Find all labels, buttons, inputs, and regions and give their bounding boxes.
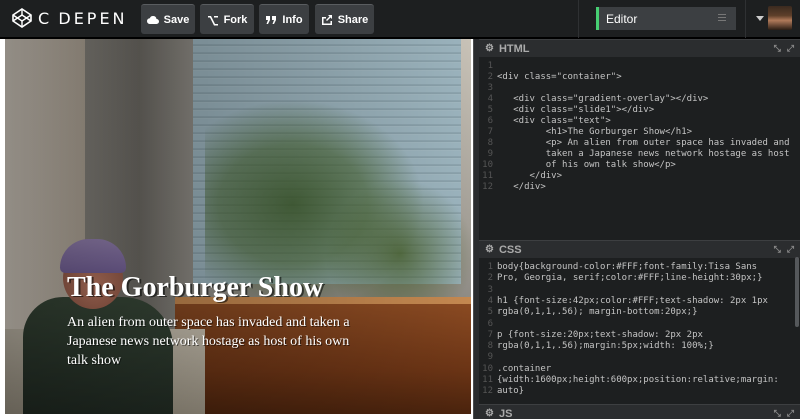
gear-icon[interactable]: ⚙	[485, 43, 494, 54]
line-number: 4	[487, 295, 493, 306]
expand-icon[interactable]: ⤢	[787, 244, 794, 255]
gear-icon[interactable]: ⚙	[485, 244, 494, 255]
line-number: 2	[487, 72, 493, 82]
code-line: Pro, Georgia, serif;color:#FFF;line-heig…	[497, 273, 763, 284]
code-line: <div class="slide1"></div>	[497, 105, 655, 115]
result-preview: The Gorburger Show An alien from outer s…	[0, 39, 473, 419]
code-line: taken a Japanese news network hostage as…	[497, 149, 790, 159]
line-number: 11	[482, 375, 493, 385]
line-number: 3	[487, 284, 493, 295]
fork-label: Fork	[223, 13, 248, 26]
hero-title: The Gorburger Show	[67, 272, 324, 303]
cloud-icon	[146, 15, 159, 24]
line-number: 12	[482, 386, 493, 397]
line-number: 11	[482, 171, 493, 181]
css-pane-title: CSS	[498, 243, 522, 256]
collapse-icon[interactable]: ⤡	[774, 408, 781, 419]
toolbar-divider-2	[745, 0, 746, 38]
code-line: {width:1600px;height:600px;position:rela…	[497, 375, 779, 385]
code-line: </div>	[497, 182, 546, 192]
js-pane-title: JS	[498, 407, 513, 419]
line-number: 6	[487, 116, 493, 126]
gear-icon[interactable]: ⚙	[485, 408, 494, 419]
codepen-cube-icon	[12, 8, 32, 28]
line-number: 12	[482, 182, 493, 192]
code-line: h1 {font-size:42px;color:#FFF;text-shado…	[497, 295, 768, 306]
css-pane-header[interactable]: ⚙ CSS ⤡ ⤢	[479, 240, 800, 258]
line-number: 1	[487, 262, 493, 272]
expand-icon[interactable]: ⤢	[787, 408, 794, 419]
avatar[interactable]	[768, 6, 792, 30]
line-number: 3	[487, 83, 493, 93]
fork-icon	[207, 15, 218, 25]
line-number: 10	[482, 160, 493, 170]
view-select-label: Editor	[606, 11, 638, 26]
code-line: p {font-size:20px;text-shadow: 2px 2px	[497, 329, 703, 340]
save-button[interactable]: Save	[141, 4, 195, 34]
code-line: auto}	[497, 386, 525, 397]
line-number: 10	[482, 363, 493, 374]
html-pane-title: HTML	[498, 42, 530, 55]
line-number: 9	[487, 149, 493, 159]
quote-icon	[266, 15, 277, 24]
collapse-icon[interactable]: ⤡	[774, 244, 781, 255]
hero-text: The Gorburger Show An alien from outer s…	[67, 271, 367, 370]
line-number: 1	[487, 61, 493, 71]
code-line: body{background-color:#FFF;font-family:T…	[497, 262, 758, 272]
hamburger-icon	[718, 14, 726, 22]
code-line: <h1>The Gorburger Show</h1>	[497, 127, 693, 137]
code-line: <div class="container">	[497, 72, 622, 82]
info-button[interactable]: Info	[259, 4, 309, 34]
line-number: 6	[487, 318, 493, 329]
line-number: 9	[487, 352, 493, 363]
codepen-logo[interactable]: C DEPEN	[12, 8, 128, 28]
css-scrollbar[interactable]	[795, 257, 799, 327]
line-number: 2	[487, 273, 493, 284]
code-line: of his own talk show</p>	[497, 160, 676, 170]
line-number: 5	[487, 105, 493, 115]
chevron-down-icon[interactable]	[756, 16, 764, 21]
collapse-icon[interactable]: ⤡	[774, 43, 781, 54]
save-label: Save	[163, 13, 190, 26]
logo-text: C DEPEN	[38, 8, 128, 28]
code-line: <div class="text">	[497, 116, 611, 126]
line-number: 5	[487, 307, 493, 318]
expand-icon[interactable]: ⤢	[787, 43, 794, 54]
share-icon	[321, 14, 332, 25]
line-number: 7	[487, 329, 493, 340]
html-pane-header[interactable]: ⚙ HTML ⤡ ⤢	[479, 39, 800, 57]
info-label: Info	[282, 13, 303, 26]
line-number: 8	[487, 341, 493, 352]
line-number: 8	[487, 138, 493, 148]
hero-description: An alien from outer space has invaded an…	[67, 315, 350, 368]
line-number: 4	[487, 94, 493, 104]
share-button[interactable]: Share	[315, 4, 374, 34]
top-bar: C DEPEN Save Fork Info Share Editor	[0, 0, 800, 38]
js-pane-header[interactable]: ⚙ JS ⤡ ⤢	[479, 404, 800, 419]
toolbar-divider	[578, 0, 579, 38]
code-line: rgba(0,1,1,.56); margin-bottom:20px;}	[497, 307, 698, 318]
code-line: .container	[497, 363, 552, 374]
code-line: <p> An alien from outer space has invade…	[497, 138, 790, 148]
html-code-editor[interactable]: 1 2 <div class="container"> 3 4 <div class="…	[479, 57, 800, 240]
code-line: <div class="gradient-overlay"></div>	[497, 94, 709, 104]
line-number: 7	[487, 127, 493, 137]
share-label: Share	[337, 13, 369, 26]
view-select[interactable]: Editor	[596, 7, 736, 30]
css-code-editor[interactable]: 1 body{background-color:#FFF;font-family:…	[479, 258, 800, 405]
code-line: </div>	[497, 171, 563, 181]
editor-column: ⚙ HTML ⤡ ⤢ 1 2 <div class="container"> 3 4 <d…	[479, 39, 800, 419]
code-line: rgba(0,1,1,.56);margin:5px;width: 100%;}	[497, 341, 714, 352]
fork-button[interactable]: Fork	[200, 4, 254, 34]
